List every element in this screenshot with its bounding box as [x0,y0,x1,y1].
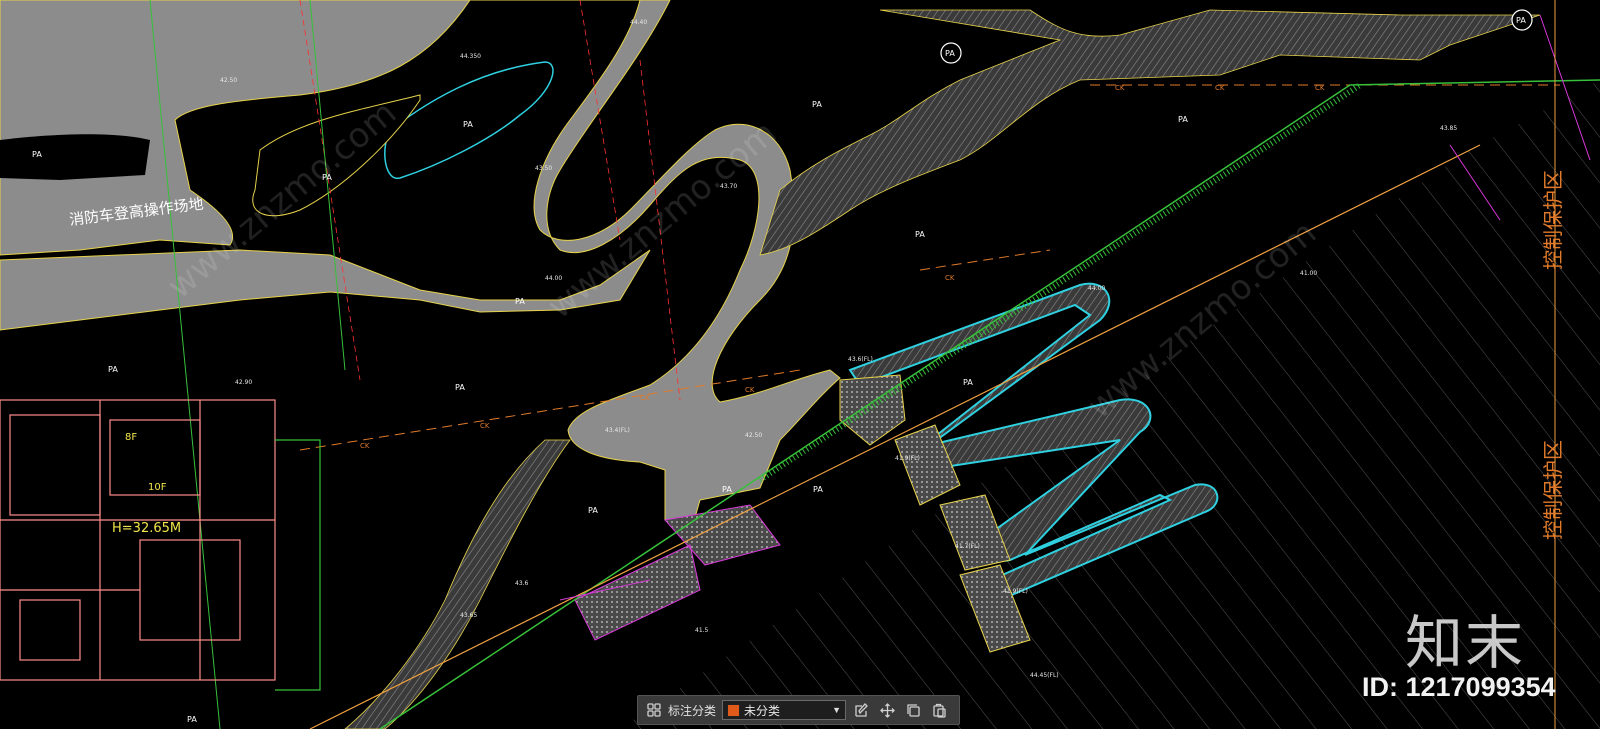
paste-icon [932,703,946,718]
plaza-center [894,424,961,506]
elevation-label: 41.00 [1300,270,1317,277]
annotation-toolbar: 标注分类 未分类 ▼ [637,695,960,725]
island-3 [0,134,150,180]
elevation-label: 43.85 [1440,125,1457,132]
ck-label: CK [360,442,370,450]
elevation-label: 43.50 [535,165,552,172]
ck-label: CK [745,386,755,394]
floor-label-8f: 8F [125,432,137,443]
ck-label: CK [480,422,490,430]
pa-label: PA [588,506,598,515]
copy-icon [906,703,920,717]
cad-drawing-canvas[interactable]: H=32.65M 8F 10F 消防车登高操作场地 控制保护区 控制保护区 PA… [0,0,1600,729]
elevation-label: 42.90 [235,379,252,386]
elevation-label: 42.50 [745,432,762,439]
elevation-label: 43.6(FL) [848,356,873,363]
pa-label: PA [32,150,42,159]
move-icon [879,702,895,718]
paste-button[interactable] [928,699,950,721]
ck-label: CK [640,394,650,402]
chevron-down-icon: ▼ [832,705,842,715]
pa-label: PA [515,297,525,306]
pa-label: PA [463,120,473,129]
copy-button[interactable] [902,699,924,721]
pa-label: PA [813,485,823,494]
building-plan [0,399,321,691]
floor-label-10f: 10F [148,482,167,493]
ck-label: CK [945,274,955,282]
elevation-label: 44.00 [1088,285,1105,292]
move-button[interactable] [876,699,898,721]
control-zone-label-bottom: 控制保护区 [1541,440,1565,540]
pa-label: PA [187,715,197,724]
annotation-category-label: 标注分类 [668,703,717,718]
category-select[interactable]: 未分类 ▼ [722,700,847,720]
stair-block [839,374,906,446]
elevation-label: 41.9(FL) [895,455,920,462]
ck-label: CK [1115,84,1125,92]
watermark-id: ID: 1217099354 [1362,672,1556,702]
edit-icon [854,702,868,717]
category-selected-value: 未分类 [744,703,781,718]
control-zone-label-top: 控制保护区 [1541,170,1565,270]
building-height: H=32.65M [112,521,181,536]
ck-label: CK [1315,84,1325,92]
ck-label: CK [1215,84,1225,92]
elevation-label: 44.350 [460,53,481,60]
pa-label: PA [1178,115,1188,124]
pa-label: PA [812,100,822,109]
pa-label: PA [722,485,732,494]
elevation-label: 41.9(FL) [1003,588,1028,595]
category-color-swatch [727,703,741,717]
elevation-label: 43.4(FL) [605,427,630,434]
watermark-brand: 知末 [1405,609,1526,677]
edit-button[interactable] [850,699,872,721]
pa-label: PA [1516,16,1526,25]
elevation-label: 43.65 [460,612,477,619]
elevation-label: 42.50 [220,77,237,84]
pavilion-south [574,504,781,641]
path-diagonal-west [344,439,571,729]
pa-label: PA [963,378,973,387]
pa-label: PA [455,383,465,392]
pa-label: PA [915,230,925,239]
elevation-label: 43.6 [515,580,529,587]
pa-label: PA [945,49,955,58]
pa-label: PA [108,365,118,374]
elevation-label: 44.45(FL) [1030,672,1059,679]
grid-icon[interactable] [644,700,664,720]
elevation-label: 41.7(FL) [955,543,980,550]
elevation-label: 41.5 [695,627,709,634]
elevation-label: 44.40 [630,19,647,26]
